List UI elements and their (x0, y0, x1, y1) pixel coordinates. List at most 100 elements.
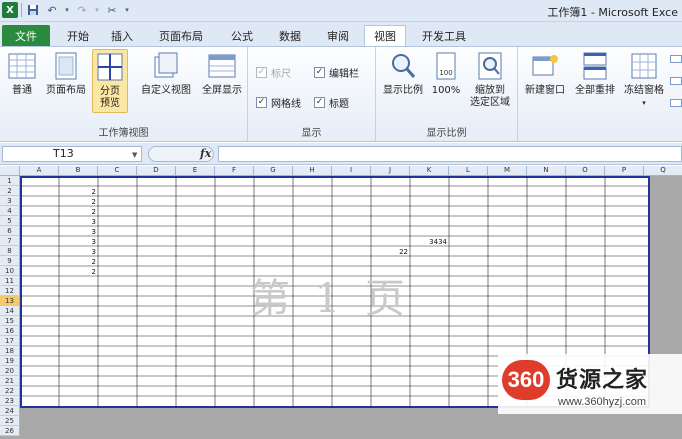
hide-icon[interactable] (670, 77, 682, 85)
row-header-26[interactable]: 26 (0, 426, 20, 436)
column-header-H[interactable]: H (293, 166, 332, 176)
row-header-23[interactable]: 23 (0, 396, 20, 406)
svg-text:100: 100 (439, 69, 452, 77)
formula-bar-checkbox[interactable]: ✓ 编辑栏 (314, 65, 359, 80)
qat-dropdown-icon[interactable]: ▾ (123, 2, 131, 18)
column-header-D[interactable]: D (137, 166, 176, 176)
row-header-1[interactable]: 1 (0, 176, 20, 186)
normal-view-button[interactable]: 普通 (4, 51, 40, 97)
tab-file[interactable]: 文件 (2, 25, 50, 46)
headings-checkbox[interactable]: ✓ 标题 (314, 95, 349, 110)
arrange-all-button[interactable]: 全部重排 (570, 51, 620, 97)
zoom-button[interactable]: 显示比例 (378, 51, 428, 97)
cell-B9[interactable]: 2 (59, 257, 98, 267)
column-header-F[interactable]: F (215, 166, 254, 176)
freeze-panes-button[interactable]: 冻结窗格 ▾ (620, 51, 668, 109)
row-header-3[interactable]: 3 (0, 196, 20, 206)
column-header-M[interactable]: M (488, 166, 527, 176)
zoom-100-button[interactable]: 100 100% (428, 51, 464, 97)
zoom-to-selection-button[interactable]: 缩放到 选定区域 (464, 51, 516, 109)
cell-B5[interactable]: 3 (59, 217, 98, 227)
column-header-O[interactable]: O (566, 166, 605, 176)
arrange-all-icon (583, 52, 607, 80)
row-header-13[interactable]: 13 (0, 296, 20, 306)
row-header-15[interactable]: 15 (0, 316, 20, 326)
row-header-11[interactable]: 11 (0, 276, 20, 286)
column-header-K[interactable]: K (410, 166, 449, 176)
save-icon[interactable] (25, 2, 41, 18)
cell-B7[interactable]: 3 (59, 237, 98, 247)
zoom-100-icon: 100 (436, 52, 456, 80)
gridlines-checkbox[interactable]: ✓ 网格线 (256, 95, 301, 110)
full-screen-icon (208, 54, 236, 78)
new-window-button[interactable]: 新建窗口 (520, 51, 570, 97)
row-header-17[interactable]: 17 (0, 336, 20, 346)
full-screen-button[interactable]: 全屏显示 (198, 51, 246, 97)
cell-B3[interactable]: 2 (59, 197, 98, 207)
cell-B10[interactable]: 2 (59, 267, 98, 277)
row-header-6[interactable]: 6 (0, 226, 20, 236)
excel-app-icon[interactable]: X (2, 2, 18, 18)
tab-review[interactable]: 审阅 (318, 25, 358, 46)
column-header-E[interactable]: E (176, 166, 215, 176)
column-header-Q[interactable]: Q (644, 166, 682, 176)
tab-insert[interactable]: 插入 (104, 25, 140, 46)
row-header-20[interactable]: 20 (0, 366, 20, 376)
column-header-I[interactable]: I (332, 166, 371, 176)
row-header-4[interactable]: 4 (0, 206, 20, 216)
tab-page-layout[interactable]: 页面布局 (150, 25, 212, 46)
tab-formulas[interactable]: 公式 (222, 25, 262, 46)
name-box[interactable]: T13 (2, 146, 142, 162)
column-header-A[interactable]: A (20, 166, 59, 176)
undo-icon[interactable]: ↶ (44, 2, 60, 18)
row-header-16[interactable]: 16 (0, 326, 20, 336)
customize-tool-icon[interactable]: ✂ (104, 2, 120, 18)
cell-B6[interactable]: 3 (59, 227, 98, 237)
cell-B4[interactable]: 2 (59, 207, 98, 217)
column-header-L[interactable]: L (449, 166, 488, 176)
row-header-10[interactable]: 10 (0, 266, 20, 276)
custom-views-button[interactable]: 自定义视图 (136, 51, 196, 97)
split-icon[interactable] (670, 55, 682, 63)
undo-dropdown-icon[interactable]: ▾ (63, 2, 71, 18)
row-header-19[interactable]: 19 (0, 356, 20, 366)
tab-home[interactable]: 开始 (60, 25, 96, 46)
column-header-J[interactable]: J (371, 166, 410, 176)
page-break-preview-button[interactable]: 分页 预览 (92, 49, 128, 113)
row-header-18[interactable]: 18 (0, 346, 20, 356)
page-layout-view-button[interactable]: 页面布局 (42, 51, 90, 97)
formula-input[interactable] (218, 146, 682, 162)
cell-B8[interactable]: 3 (59, 247, 98, 257)
row-header-5[interactable]: 5 (0, 216, 20, 226)
insert-function-icon[interactable]: fx (200, 147, 211, 160)
redo-icon[interactable]: ↷ (74, 2, 90, 18)
row-header-24[interactable]: 24 (0, 406, 20, 416)
column-header-B[interactable]: B (59, 166, 98, 176)
tab-view[interactable]: 视图 (364, 25, 406, 46)
row-header-14[interactable]: 14 (0, 306, 20, 316)
row-header-2[interactable]: 2 (0, 186, 20, 196)
redo-dropdown-icon[interactable]: ▾ (93, 2, 101, 18)
unhide-icon[interactable] (670, 99, 682, 107)
row-header-22[interactable]: 22 (0, 386, 20, 396)
row-header-21[interactable]: 21 (0, 376, 20, 386)
column-header-N[interactable]: N (527, 166, 566, 176)
column-header-P[interactable]: P (605, 166, 644, 176)
row-header-7[interactable]: 7 (0, 236, 20, 246)
cell-J8[interactable]: 22 (371, 247, 410, 257)
name-box-dropdown-icon[interactable]: ▼ (132, 151, 137, 159)
cell-K7[interactable]: 3434 (410, 237, 449, 247)
group-show: ✓ 标尺 ✓ 编辑栏 ✓ 网格线 ✓ 标题 显示 (248, 47, 376, 141)
column-header-C[interactable]: C (98, 166, 137, 176)
cell-B2[interactable]: 2 (59, 187, 98, 197)
column-header-G[interactable]: G (254, 166, 293, 176)
row-header-25[interactable]: 25 (0, 416, 20, 426)
tab-developer[interactable]: 开发工具 (414, 25, 474, 46)
row-header-12[interactable]: 12 (0, 286, 20, 296)
zoom-100-label: 100% (431, 85, 461, 96)
tab-data[interactable]: 数据 (270, 25, 310, 46)
select-all-corner[interactable] (0, 166, 20, 176)
row-header-8[interactable]: 8 (0, 246, 20, 256)
ruler-checkbox[interactable]: ✓ 标尺 (256, 65, 291, 80)
row-header-9[interactable]: 9 (0, 256, 20, 266)
